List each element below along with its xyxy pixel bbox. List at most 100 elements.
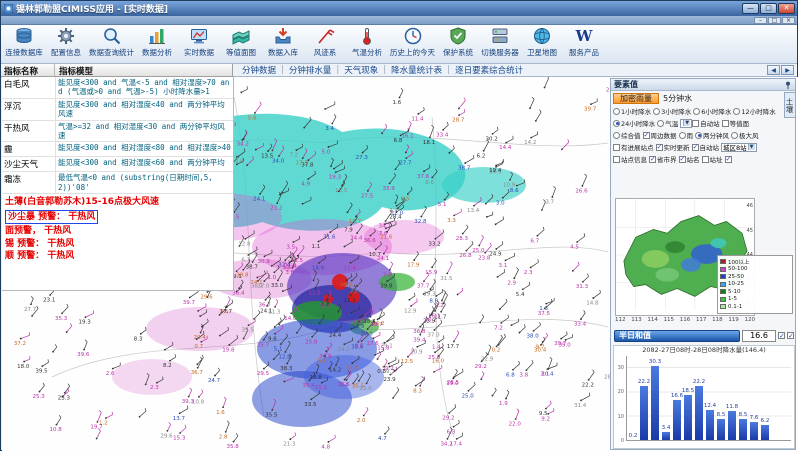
dropdown-value: 城区8站	[723, 142, 747, 152]
pin-icon[interactable]	[784, 81, 792, 89]
toolbar-button-shield[interactable]: 保护系统	[437, 26, 479, 62]
lat-tick: 45	[747, 228, 753, 234]
svg-text:3.0: 3.0	[383, 272, 392, 278]
toolbar-button-server[interactable]: 切换服务器	[479, 26, 521, 62]
toolbar-button-realtime[interactable]: 实时数据	[178, 26, 220, 62]
check-站址[interactable]: 站址	[702, 154, 723, 164]
check-站名[interactable]: 站名	[679, 154, 700, 164]
station-option-row: 有进展站点实时更新自动站城区8站▼	[611, 141, 795, 153]
dropdown[interactable]: 城区8站▼	[721, 143, 757, 152]
mdi-restore-button[interactable]: □	[768, 17, 781, 24]
toolbar-button-import[interactable]: 数据入库	[262, 26, 304, 62]
toolbar-button-satellite[interactable]: 卫星地图	[521, 26, 563, 62]
table-row[interactable]: 沙尘天气能见度<300 and 相对湿度<60 and 两分钟平均	[2, 157, 233, 172]
toolbar-button-history[interactable]: 历史上的今天	[388, 26, 437, 62]
table-row[interactable]: 白毛风能见度<300 and 气温<-5 and 相对湿度>70 and (气温…	[2, 77, 233, 99]
table-row[interactable]: 干热风气温>=32 and 相对湿度<30 and 两分钟平均风速	[2, 121, 233, 143]
tab-scroll-left-button[interactable]: ◀	[767, 65, 780, 75]
svg-text:17.9: 17.9	[407, 263, 420, 269]
control-label: 自动站	[700, 118, 720, 128]
gear-icon	[56, 26, 76, 46]
svg-text:35.4: 35.4	[302, 383, 315, 389]
svg-text:1.4: 1.4	[432, 344, 441, 350]
svg-text:12.5: 12.5	[401, 359, 414, 365]
svg-text:18.9: 18.9	[312, 266, 325, 272]
svg-text:19.4: 19.4	[489, 168, 502, 174]
radio-两分钟风[interactable]: 两分钟风	[695, 130, 729, 140]
radio-indicator	[695, 132, 702, 139]
svg-text:3.0: 3.0	[496, 200, 505, 206]
radio-12小时降水[interactable]: 12小时降水	[733, 106, 775, 116]
svg-text:26.6: 26.6	[575, 188, 588, 194]
svg-text:4.9: 4.9	[301, 182, 310, 188]
svg-text:38.3: 38.3	[280, 366, 293, 372]
mdi-close-button[interactable]: ×	[782, 17, 795, 24]
svg-text:5.6: 5.6	[248, 115, 257, 121]
svg-text:10.8: 10.8	[49, 427, 62, 433]
svg-text:2.9: 2.9	[507, 281, 516, 287]
dropdown[interactable]: ▼	[680, 119, 692, 128]
five-minute-label[interactable]: 5分钟水	[663, 93, 692, 104]
check-省市界[interactable]: 省市界	[649, 154, 677, 164]
check-等值面[interactable]: 等值面	[722, 118, 750, 128]
display-option-row: 站点信息省市界站名站址	[611, 153, 795, 165]
check-自动站[interactable]: 自动站	[692, 118, 720, 128]
toolbar-button-gear[interactable]: 配置信息	[45, 26, 87, 62]
check-站点信息[interactable]: 站点信息	[613, 154, 647, 164]
svg-text:5.4: 5.4	[516, 292, 525, 298]
soil-tab[interactable]: 土壤	[784, 92, 795, 118]
toolbar-button-label: 实时数据	[184, 47, 214, 58]
radio-极大风[interactable]: 极大风	[731, 130, 759, 140]
radio-1小时降水[interactable]: 1小时降水	[613, 106, 651, 116]
tab-scroll-right-button[interactable]: ▶	[781, 65, 794, 75]
check-周边数据[interactable]: 周边数据	[643, 130, 677, 140]
minimize-button[interactable]: —	[742, 3, 759, 14]
tab-5[interactable]: 逐日要素综合统计	[450, 64, 528, 76]
close-button[interactable]: ✕	[778, 3, 795, 14]
halfday-checkbox-1[interactable]	[778, 332, 785, 339]
indicator-name-cell: 白毛风	[2, 77, 56, 98]
tab-4[interactable]: 降水量统计表	[386, 64, 447, 76]
toolbar-button-database[interactable]: 连接数据库	[3, 26, 45, 62]
tab-3[interactable]: 天气现象	[339, 64, 383, 76]
check-自动站[interactable]: 自动站	[692, 142, 720, 152]
check-blank[interactable]	[725, 156, 732, 163]
table-row[interactable]: 霜冻最低气温<0 and (substring(日期时间,5,2))'08'	[2, 172, 233, 194]
table-row[interactable]: 浮沉能见度<300 and 相对湿度<40 and 两分钟平均风速	[2, 99, 233, 121]
check-有进展站点[interactable]: 有进展站点	[613, 142, 654, 152]
toolbar-button-search[interactable]: 数据查询统计	[87, 26, 136, 62]
encrypted-rain-button[interactable]: 加密雨量	[613, 93, 659, 104]
halfday-checkbox-2[interactable]	[787, 332, 794, 339]
alert-line: 锡 预警： 干热风	[5, 238, 230, 251]
table-row[interactable]: 霾能见度<300 and 相对湿度<80 and 相对湿度>40	[2, 142, 233, 157]
check-实时更新[interactable]: 实时更新	[656, 142, 690, 152]
toolbar-button-temperature[interactable]: 气温分析	[346, 26, 388, 62]
maximize-button[interactable]: □	[760, 3, 777, 14]
control-label: 两分钟风	[703, 130, 729, 140]
alert-line: 顺 预警： 干热风	[5, 250, 230, 263]
tab-1[interactable]: 分钟数据	[237, 64, 281, 76]
svg-text:25.8: 25.8	[305, 339, 318, 345]
tab-2[interactable]: 分钟排水量	[284, 64, 337, 76]
svg-text:34.2: 34.2	[337, 347, 349, 353]
svg-text:25.0: 25.0	[461, 393, 474, 399]
toolbar-button-wind[interactable]: 风迹系	[304, 26, 346, 62]
radio-24小时降水[interactable]: 24小时降水	[613, 118, 655, 128]
radio-气温[interactable]: 气温	[657, 118, 678, 128]
legend-label: 25-50	[728, 274, 744, 280]
svg-text:8.6: 8.6	[510, 188, 519, 194]
chevron-down-icon: ▼	[683, 120, 690, 126]
radio-3小时降水[interactable]: 3小时降水	[653, 106, 691, 116]
radio-6小时降水[interactable]: 6小时降水	[693, 106, 731, 116]
svg-text:9.2: 9.2	[541, 416, 550, 422]
radio-雨[interactable]: 雨	[679, 130, 694, 140]
toolbar-button-analysis[interactable]: 数据分析	[136, 26, 178, 62]
mdi-minimize-button[interactable]: –	[754, 17, 767, 24]
radio-综合值[interactable]: 综合值	[613, 130, 641, 140]
toolbar-button-contour[interactable]: 等值面图	[220, 26, 262, 62]
control-label: 站点信息	[621, 154, 647, 164]
svg-text:3.1: 3.1	[498, 263, 507, 269]
toolbar-button-products[interactable]: W服务产品	[563, 26, 605, 62]
svg-text:18.0: 18.0	[17, 364, 30, 370]
svg-text:39.3: 39.3	[182, 399, 195, 405]
